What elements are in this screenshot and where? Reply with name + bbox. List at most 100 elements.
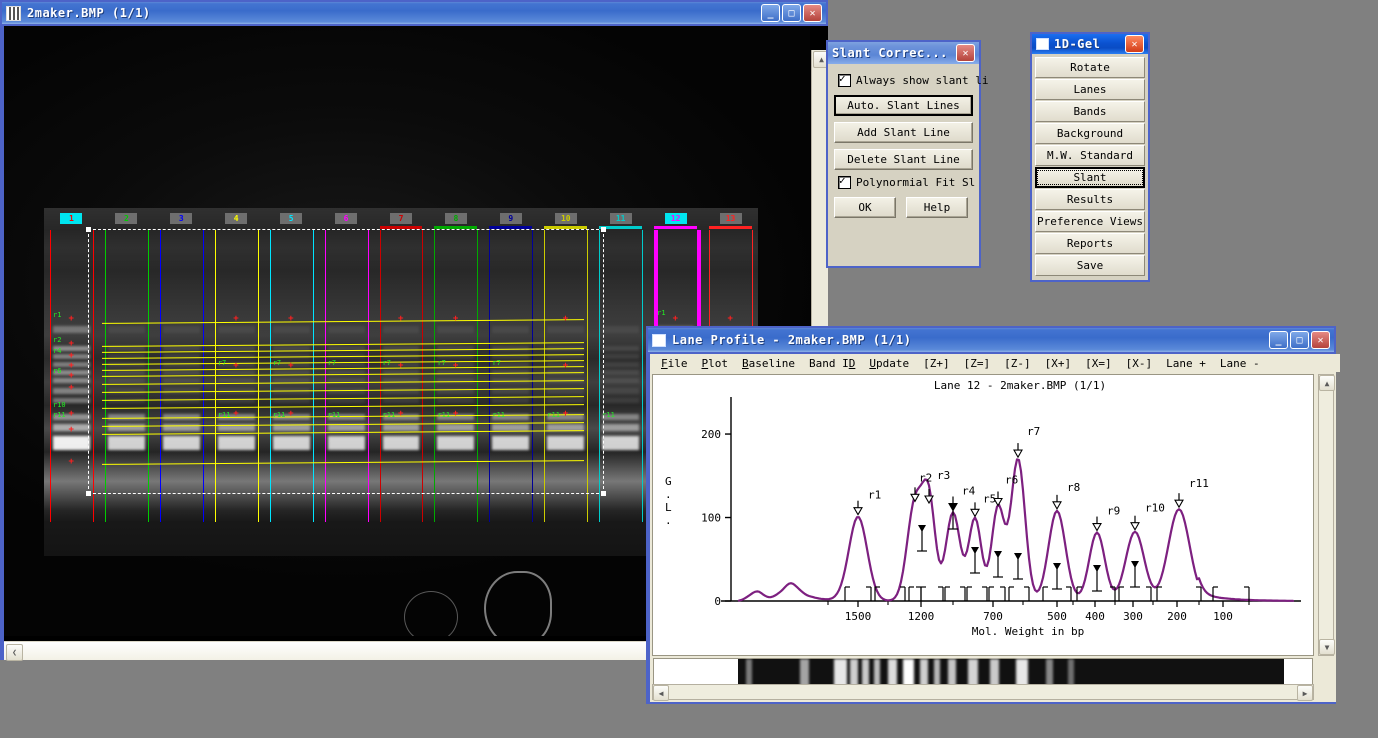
lane-label-1[interactable]: 1 [60,213,83,224]
peak-marker-r10[interactable]: r10 [1130,502,1165,531]
band-boundary-bracket[interactable] [1118,586,1124,601]
band-boundary-bracket[interactable] [966,586,972,601]
minimize-button[interactable]: _ [761,4,780,22]
profile-scroll-up-button[interactable]: ▲ [1319,375,1335,391]
band-boundary-bracket[interactable] [866,586,872,601]
peak-marker-r7[interactable]: r7 [1013,425,1040,459]
gel-panel-item-results[interactable]: Results [1035,189,1145,210]
band-split-marker[interactable] [1130,561,1140,588]
lane-label-7[interactable]: 7 [390,213,412,224]
lp-minimize-button[interactable]: _ [1269,331,1288,349]
band-split-marker[interactable] [993,551,1003,578]
band-marker-cross[interactable]: + [673,315,678,324]
help-button[interactable]: Help [906,197,968,218]
profile-plot-pane[interactable]: Lane 12 - 2maker.BMP (1/1) 0 100 200 G. L. 150… [652,374,1314,656]
menu-item-z[interactable]: [Z-] [997,356,1038,371]
slant-dialog-titlebar[interactable]: Slant Correc... ✕ [828,42,979,64]
menu-item-x[interactable]: [X+] [1038,356,1079,371]
lane-profile-menubar[interactable]: File Plot Baseline Band ID Update [Z+] [Z=] [Z-… [650,354,1340,372]
band-boundary-bracket[interactable] [844,586,850,601]
lane-label-8[interactable]: 8 [444,213,467,224]
band-boundary-bracket[interactable] [938,586,944,601]
lane-label-4[interactable]: 4 [225,213,248,224]
lane-label-13[interactable]: 13 [719,213,742,224]
peak-marker-r9[interactable]: r9 [1092,505,1120,532]
band-boundary-bracket[interactable] [960,586,966,601]
band-boundary-bracket[interactable] [1000,586,1006,601]
band-boundary-bracket[interactable] [944,586,950,601]
band-boundary-bracket[interactable] [1024,586,1030,601]
gel-panel-item-rotate[interactable]: Rotate [1035,57,1145,78]
band-split-marker[interactable] [1092,565,1102,592]
profile-scroll-left-button[interactable]: ◀ [653,685,669,701]
auto-slant-lines-button[interactable]: Auto. Slant Lines [834,95,973,116]
band-marker-cross[interactable]: + [68,340,73,349]
lane-profile-titlebar[interactable]: Lane Profile - 2maker.BMP (1/1) _ □ ✕ [648,328,1334,352]
gel-panel-item-slant[interactable]: Slant [1035,167,1145,188]
ok-button[interactable]: OK [834,197,896,218]
peak-marker-r8[interactable]: r8 [1052,481,1080,510]
lane-label-2[interactable]: 2 [115,213,138,224]
band-boundary-bracket[interactable] [1066,586,1072,601]
band-marker-cross[interactable]: + [68,362,73,371]
menu-item-file[interactable]: File [654,356,695,371]
peak-marker-r6[interactable]: r6 [993,474,1018,507]
band-marker-cross[interactable]: + [68,426,73,435]
gel-panel-item-lanes[interactable]: Lanes [1035,79,1145,100]
main-window-titlebar[interactable]: 2maker.BMP (1/1) _ □ ✕ [2,2,826,24]
band-marker-cross[interactable]: + [728,315,733,324]
selection-handle-bl[interactable] [86,491,91,496]
gel-panel-item-preference-views[interactable]: Preference Views [1035,211,1145,232]
slant-dialog-close-button[interactable]: ✕ [956,44,975,62]
band-marker-cross[interactable]: + [68,384,73,393]
band-marker-cross[interactable]: + [68,458,73,467]
band-boundary-bracket[interactable] [988,586,994,601]
selection-handle-tl[interactable] [86,227,91,232]
band-boundary-bracket[interactable] [908,586,914,601]
lane-boundary-1-left[interactable] [50,230,51,522]
lp-maximize-button[interactable]: □ [1290,331,1309,349]
band-split-marker[interactable] [1013,553,1023,580]
selection-handle-tr[interactable] [601,227,606,232]
gel-panel-item-bands[interactable]: Bands [1035,101,1145,122]
profile-vertical-scrollbar[interactable]: ▲ ▼ [1318,374,1335,656]
peak-marker-r11[interactable]: r11 [1174,477,1209,509]
lane-label-11[interactable]: 11 [609,213,632,224]
menu-item-z[interactable]: [Z=] [957,356,998,371]
profile-horizontal-scrollbar[interactable]: ◀ ▶ [652,684,1314,701]
polynormial-fit-checkbox[interactable] [838,174,851,189]
lane-label-5[interactable]: 5 [280,213,303,224]
always-show-slant-checkbox[interactable] [838,72,851,87]
gel-panel-item-reports[interactable]: Reports [1035,233,1145,254]
always-show-slant-lines-row[interactable]: Always show slant li [838,72,988,87]
lane-label-9[interactable]: 9 [499,213,522,224]
menu-item-band-id[interactable]: Band ID [802,356,862,371]
band-boundary-bracket[interactable] [1212,586,1218,601]
add-slant-line-button[interactable]: Add Slant Line [834,122,973,143]
menu-item-plot[interactable]: Plot [695,356,736,371]
gel-panel-item-background[interactable]: Background [1035,123,1145,144]
band-marker-cross[interactable]: + [68,315,73,324]
menu-item-baseline[interactable]: Baseline [735,356,802,371]
menu-item-x[interactable]: [X-] [1119,356,1160,371]
peak-marker-r1[interactable]: r1 [853,489,881,516]
close-button[interactable]: ✕ [803,4,822,22]
profile-scroll-right-button[interactable]: ▶ [1297,685,1313,701]
band-marker-cross[interactable]: + [68,372,73,381]
gel-panel-item-save[interactable]: Save [1035,255,1145,276]
lane-label-6[interactable]: 6 [335,213,358,224]
menu-item-x[interactable]: [X=] [1078,356,1119,371]
band-marker-cross[interactable]: + [68,410,73,419]
menu-item-update[interactable]: Update [862,356,916,371]
band-split-marker[interactable] [917,525,927,552]
gel-panel-titlebar[interactable]: 1D-Gel ✕ [1032,34,1148,54]
band-split-marker[interactable] [970,547,980,574]
menu-item-lane[interactable]: Lane + [1159,356,1213,371]
lane-label-12[interactable]: 12 [664,213,687,224]
menu-item-lane[interactable]: Lane - [1213,356,1267,371]
band-boundary-bracket[interactable] [900,586,906,601]
band-boundary-bracket[interactable] [1156,586,1162,601]
polynormial-fit-row[interactable]: Polynormial Fit Sl [838,174,975,189]
lane-label-3[interactable]: 3 [170,213,193,224]
band-marker-cross[interactable]: + [68,352,73,361]
